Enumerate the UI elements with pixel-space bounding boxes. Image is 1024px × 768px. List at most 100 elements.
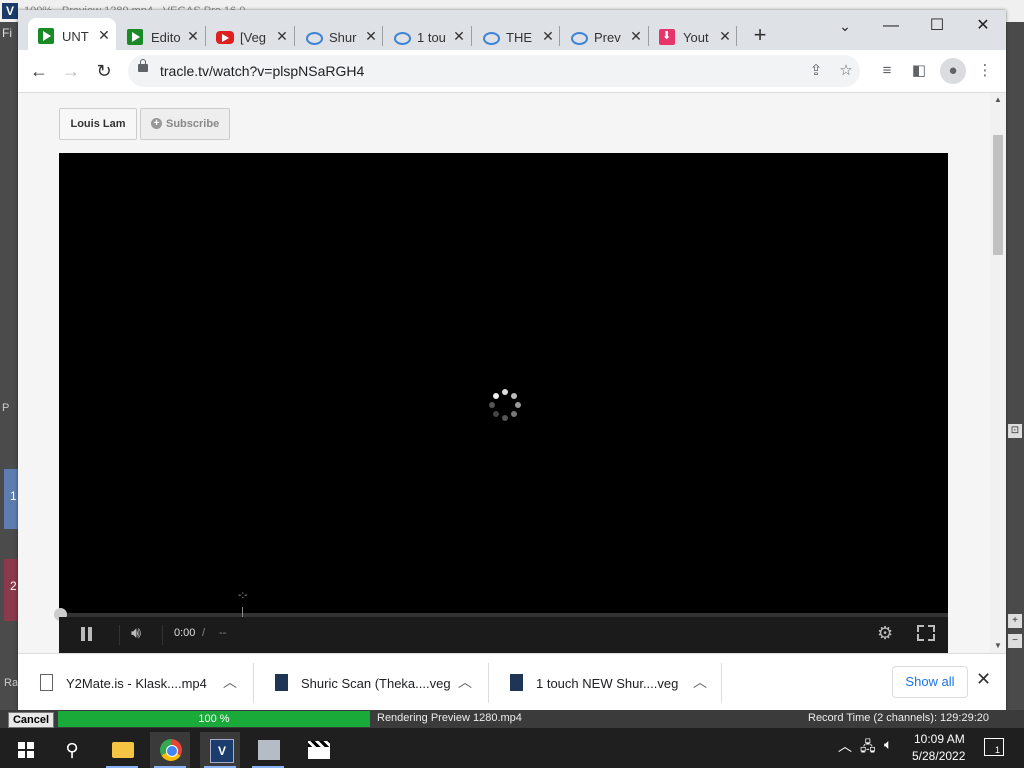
tab-close-icon[interactable]: ✕ [628, 27, 644, 45]
play-icon [127, 29, 143, 45]
fullscreen-icon[interactable] [917, 625, 935, 641]
tab-the[interactable]: THE ✕ [472, 24, 560, 48]
tracle-icon [305, 29, 323, 45]
tab-preview[interactable]: Prev ✕ [560, 24, 648, 48]
tab-close-icon[interactable]: ✕ [451, 27, 467, 45]
render-progress-bar: 100 % [58, 711, 370, 727]
download-item[interactable]: Y2Mate.is - Klask....mp4 ︿ [18, 654, 252, 711]
lock-icon[interactable] [138, 59, 148, 72]
tab-close-icon[interactable]: ✕ [96, 26, 112, 44]
tab-vegas-youtube[interactable]: [Veg ✕ [206, 24, 294, 48]
tab-close-icon[interactable]: ✕ [717, 27, 733, 45]
forward-arrow-icon[interactable]: → [58, 58, 84, 84]
channel-name-button[interactable]: Louis Lam [59, 108, 137, 140]
media-queue-icon[interactable]: ≡ [874, 58, 900, 84]
clock-date[interactable]: 5/28/2022 [912, 749, 965, 763]
clapperboard-icon[interactable] [298, 732, 338, 768]
search-icon[interactable]: ⚲ [52, 732, 92, 768]
video-player[interactable]: -:- 🔊︎ 0:00 / -- ⚙ [54, 153, 948, 653]
maximize-icon[interactable]: ☐ [914, 12, 960, 40]
scroll-up-arrow-icon[interactable]: ▲ [994, 95, 1002, 104]
vegas-track-header-audio[interactable]: 2 [4, 559, 18, 621]
chevron-up-icon[interactable]: ︿ [223, 672, 237, 692]
render-status-text: Rendering Preview 1280.mp4 [377, 712, 522, 724]
reload-icon[interactable]: ↻ [91, 58, 117, 84]
download-item[interactable]: Shuric Scan (Theka....veg ︿ [253, 654, 487, 711]
chrome-icon[interactable] [150, 732, 190, 768]
close-download-shelf-icon[interactable]: ✕ [976, 669, 991, 690]
tab-title: 1 tou [417, 30, 446, 45]
record-time-text: Record Time (2 channels): 129:29:20 [808, 712, 989, 724]
vegas-panel-label: P [2, 402, 10, 414]
url-text[interactable]: tracle.tv/watch?v=plspNSaRGH4 [160, 63, 364, 79]
minimize-icon[interactable]: — [868, 12, 914, 40]
tab-close-icon[interactable]: ✕ [363, 27, 379, 45]
vegas-zoom-out-icon[interactable]: − [1008, 634, 1022, 648]
scroll-down-arrow-icon[interactable]: ▼ [994, 641, 1002, 650]
scrollbar-thumb[interactable] [993, 135, 1003, 255]
tab-title: THE [506, 30, 532, 45]
tab-close-icon[interactable]: ✕ [274, 27, 290, 45]
share-icon[interactable]: ⇪ [804, 59, 828, 83]
download-filename: Y2Mate.is - Klask....mp4 [66, 676, 207, 691]
address-bar[interactable]: tracle.tv/watch?v=plspNSaRGH4 ⇪ ☆ [128, 55, 860, 87]
chevron-up-icon[interactable]: ︿ [838, 736, 852, 756]
windows-logo-icon [18, 742, 34, 758]
control-divider [162, 625, 163, 645]
network-icon[interactable]: 🖧 [860, 736, 876, 760]
side-panel-icon[interactable]: ◧ [906, 58, 932, 84]
page-scrollbar[interactable]: ▲ ▼ [990, 93, 1006, 653]
back-arrow-icon[interactable]: ← [26, 58, 52, 84]
browser-toolbar: ← → ↻ tracle.tv/watch?v=plspNSaRGH4 ⇪ ☆ … [18, 50, 1006, 93]
more-menu-icon[interactable]: ⋮ [972, 58, 998, 84]
volume-icon[interactable]: 🔊︎ [131, 625, 141, 643]
tab-search-chevron-icon[interactable]: ⌄ [822, 12, 868, 40]
time-separator: / [202, 627, 206, 639]
download-filename: Shuric Scan (Theka....veg [301, 676, 451, 691]
tab-title: Edito [151, 30, 181, 45]
hover-time-tooltip: -:- [238, 590, 248, 601]
tab-close-icon[interactable]: ✕ [540, 27, 556, 45]
vegas-track-header-video[interactable]: 1 [4, 469, 18, 529]
new-tab-plus-icon[interactable]: + [748, 24, 772, 48]
tab-shur[interactable]: Shur ✕ [295, 24, 383, 48]
show-all-downloads-button[interactable]: Show all [892, 666, 968, 698]
pause-icon[interactable] [81, 627, 93, 641]
start-button[interactable] [8, 732, 48, 768]
cancel-render-button[interactable]: Cancel [8, 712, 54, 728]
chevron-up-icon[interactable]: ︿ [693, 672, 707, 692]
close-window-icon[interactable]: ✕ [960, 12, 1006, 40]
speaker-icon[interactable]: 🔈︎ [884, 736, 892, 753]
profile-avatar-icon[interactable]: ● [940, 58, 966, 84]
image-app-icon[interactable] [248, 732, 288, 768]
vegas-panel-icon[interactable]: ⊡ [1008, 424, 1022, 438]
download-item[interactable]: 1 touch NEW Shur....veg ︿ [488, 654, 722, 711]
loading-spinner-icon [489, 389, 521, 421]
tab-title: [Veg [240, 30, 267, 45]
vegas-zoom-in-icon[interactable]: + [1008, 614, 1022, 628]
chevron-up-icon[interactable]: ︿ [458, 672, 472, 692]
tab-1-touch[interactable]: 1 tou ✕ [383, 24, 471, 48]
tab-close-icon[interactable]: ✕ [185, 27, 201, 45]
browser-window: UNT ✕ Edito ✕ [Veg ✕ Shur ✕ 1 tou ✕ THE … [18, 10, 1006, 711]
tab-editor[interactable]: Edito ✕ [117, 24, 205, 48]
tab-title: Shur [329, 30, 357, 45]
tab-youtube-downloader[interactable]: Yout ✕ [649, 24, 737, 48]
clock-time[interactable]: 10:09 AM [914, 732, 965, 746]
tab-unt[interactable]: UNT ✕ [28, 18, 116, 50]
youtube-icon [216, 31, 234, 44]
subscribe-label: Subscribe [166, 118, 220, 130]
tab-title: UNT [62, 29, 89, 44]
vegas-app-icon[interactable]: V [200, 732, 240, 768]
notification-icon[interactable]: 1 [984, 738, 1004, 756]
tab-separator [736, 26, 737, 46]
tracle-icon [570, 29, 588, 45]
tracle-icon [482, 29, 500, 45]
bookmark-star-icon[interactable]: ☆ [834, 59, 858, 83]
download-icon [659, 29, 675, 45]
tracle-icon [393, 29, 411, 45]
subscribe-button[interactable]: + Subscribe [140, 108, 230, 140]
vegas-menu-file[interactable]: Fi [2, 26, 12, 40]
gear-icon[interactable]: ⚙ [877, 623, 893, 644]
file-explorer-icon[interactable] [102, 732, 142, 768]
